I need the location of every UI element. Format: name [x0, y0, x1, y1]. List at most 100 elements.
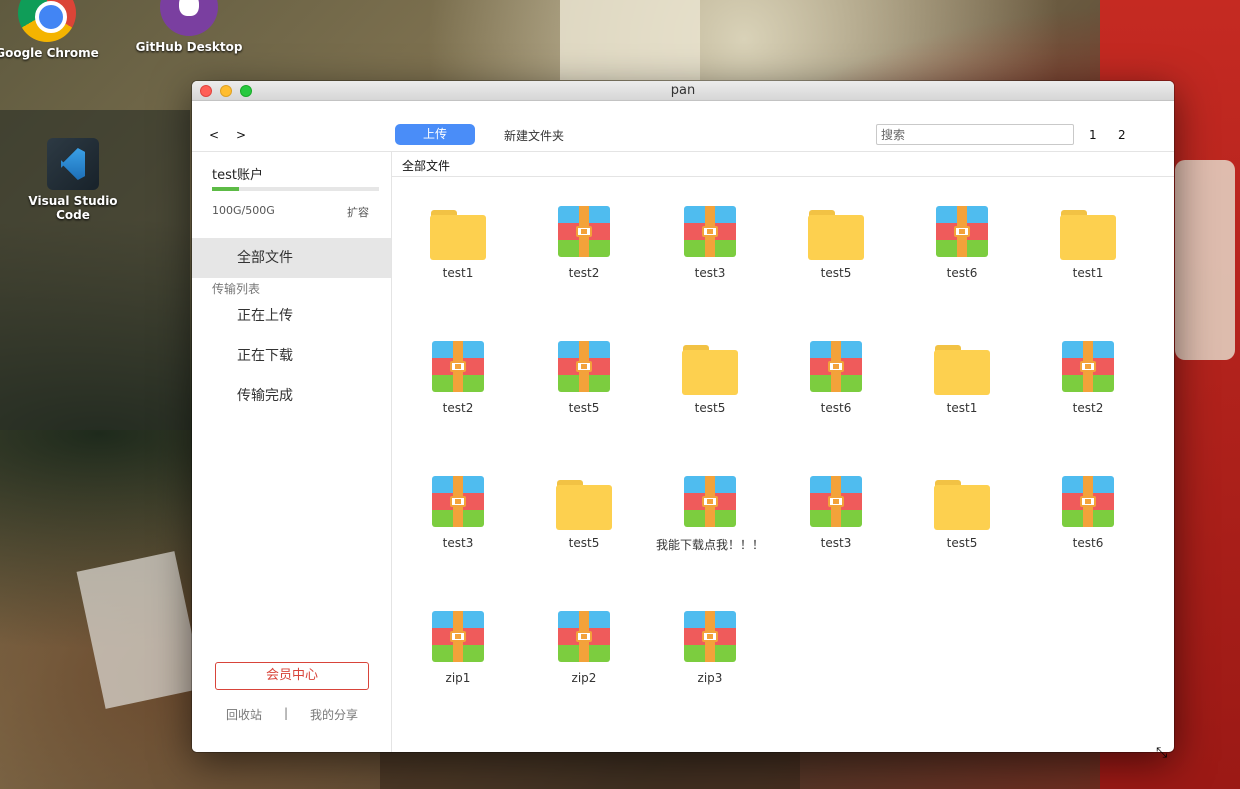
chrome-icon [18, 0, 76, 42]
divider [392, 176, 1174, 177]
search-input[interactable] [876, 124, 1074, 145]
sidebar-item-uploading[interactable]: 正在上传 [192, 296, 391, 336]
link-separator: | [284, 706, 289, 720]
breadcrumb: 全部文件 [402, 159, 451, 173]
file-name: test3 [442, 536, 474, 550]
archive-item[interactable]: zip3 [655, 607, 765, 685]
archive-item[interactable]: test3 [781, 472, 891, 550]
new-folder-button[interactable]: 新建文件夹 [504, 127, 564, 144]
page-1-link[interactable]: 1 [1089, 128, 1097, 142]
folder-icon [1058, 202, 1118, 262]
page-2-link[interactable]: 2 [1118, 128, 1126, 142]
archive-item[interactable]: test6 [907, 202, 1017, 280]
file-name: test1 [442, 266, 474, 280]
archive-item[interactable]: test2 [529, 202, 639, 280]
my-shares-link[interactable]: 我的分享 [310, 706, 358, 723]
file-name: zip3 [697, 671, 723, 685]
file-name: test1 [1072, 266, 1104, 280]
desktop-icon-label: GitHub Desktop [135, 40, 243, 54]
archive-icon [554, 202, 614, 262]
file-name: zip2 [571, 671, 597, 685]
file-name: test6 [820, 401, 852, 415]
quota-text: 100G/500G [212, 204, 275, 217]
github-icon [160, 0, 218, 36]
file-area: 全部文件 test1 test2 test3 test5 test6 test1 test2… [392, 152, 1174, 752]
maximize-button[interactable] [240, 85, 252, 97]
folder-item[interactable]: test5 [781, 202, 891, 280]
archive-icon [1058, 472, 1118, 532]
folder-icon [428, 202, 488, 262]
file-name: test5 [820, 266, 852, 280]
file-name: test2 [1072, 401, 1104, 415]
wallpaper-lantern [560, 0, 700, 80]
archive-item[interactable]: test2 [1033, 337, 1143, 415]
close-button[interactable] [200, 85, 212, 97]
sidebar-item-all-files[interactable]: 全部文件 [192, 238, 391, 278]
archive-icon [428, 472, 488, 532]
file-name: test3 [694, 266, 726, 280]
desktop-icon-chrome[interactable]: Google Chrome [0, 0, 102, 60]
file-name: zip1 [445, 671, 471, 685]
file-name: test5 [946, 536, 978, 550]
archive-icon [806, 472, 866, 532]
archive-icon [428, 337, 488, 397]
window-title: pan [670, 83, 696, 98]
archive-item[interactable]: test2 [403, 337, 513, 415]
folder-item[interactable]: test5 [907, 472, 1017, 550]
forward-button[interactable]: > [236, 128, 246, 142]
folder-icon [932, 337, 992, 397]
resize-cursor-icon: ⤡ [1156, 745, 1168, 761]
archive-item[interactable]: zip2 [529, 607, 639, 685]
archive-item[interactable]: test6 [1033, 472, 1143, 550]
back-button[interactable]: < [209, 128, 219, 142]
folder-icon [932, 472, 992, 532]
folder-icon [680, 337, 740, 397]
file-name: test5 [568, 401, 600, 415]
archive-item[interactable]: test3 [655, 202, 765, 280]
folder-item[interactable]: test5 [529, 472, 639, 550]
archive-item[interactable]: test5 [529, 337, 639, 415]
archive-item[interactable]: 我能下载点我！！！ [655, 472, 765, 553]
title-bar[interactable]: pan [192, 81, 1174, 101]
file-name: test1 [946, 401, 978, 415]
file-name: test3 [820, 536, 852, 550]
folder-item[interactable]: test1 [1033, 202, 1143, 280]
toolbar: < > 上传 新建文件夹 1 2 [192, 101, 1174, 152]
folder-icon [806, 202, 866, 262]
archive-item[interactable]: test3 [403, 472, 513, 550]
sidebar-item-downloading[interactable]: 正在下载 [192, 336, 391, 376]
archive-item[interactable]: test6 [781, 337, 891, 415]
file-name: test6 [946, 266, 978, 280]
archive-icon [806, 337, 866, 397]
upload-button[interactable]: 上传 [395, 124, 475, 145]
sidebar: test账户 100G/500G 扩容 全部文件 传输列表 正在上传 正在下载 … [192, 152, 392, 752]
expand-storage-link[interactable]: 扩容 [347, 204, 369, 220]
file-name: test2 [568, 266, 600, 280]
archive-item[interactable]: zip1 [403, 607, 513, 685]
vip-center-button[interactable]: 会员中心 [215, 662, 369, 690]
window-controls [200, 85, 252, 97]
folder-icon [554, 472, 614, 532]
desktop-icon-label: Visual Studio Code [28, 194, 118, 222]
archive-icon [680, 607, 740, 667]
vscode-icon [47, 138, 99, 190]
wallpaper-paper [76, 551, 204, 709]
file-name: test5 [694, 401, 726, 415]
minimize-button[interactable] [220, 85, 232, 97]
archive-icon [680, 472, 740, 532]
folder-item[interactable]: test1 [907, 337, 1017, 415]
window-body: test账户 100G/500G 扩容 全部文件 传输列表 正在上传 正在下载 … [192, 152, 1174, 752]
desktop-icon-github[interactable]: GitHub Desktop [135, 0, 243, 54]
file-name: test5 [568, 536, 600, 550]
archive-icon [428, 607, 488, 667]
desktop-icon-label: Google Chrome [0, 46, 99, 60]
desktop-icon-vscode[interactable]: Visual Studio Code [10, 138, 136, 222]
folder-item[interactable]: test1 [403, 202, 513, 280]
folder-item[interactable]: test5 [655, 337, 765, 415]
wallpaper-sign [1175, 160, 1235, 360]
file-name: test2 [442, 401, 474, 415]
archive-icon [1058, 337, 1118, 397]
recycle-bin-link[interactable]: 回收站 [226, 706, 262, 723]
archive-icon [554, 607, 614, 667]
sidebar-item-completed[interactable]: 传输完成 [192, 376, 391, 416]
